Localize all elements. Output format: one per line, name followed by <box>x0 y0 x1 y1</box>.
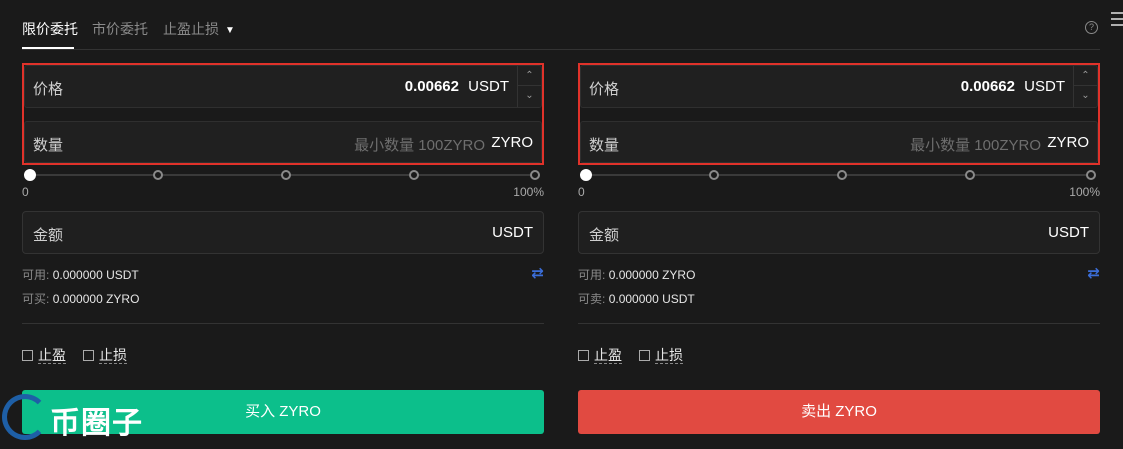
checkbox-box[interactable] <box>639 350 650 361</box>
quantity-label: 数量 <box>589 137 620 154</box>
checkbox-box[interactable] <box>578 350 589 361</box>
sell-button[interactable]: 卖出 ZYRO <box>578 390 1100 434</box>
max-buy: 可买: 0.000000 ZYRO <box>22 290 139 307</box>
price-label: 价格 <box>33 81 64 98</box>
sell-quantity-input[interactable]: 数量 最小数量 100ZYRO ZYRO <box>580 121 1098 163</box>
watermark-logo: 币圈子 <box>2 392 147 442</box>
stop-loss-checkbox[interactable]: 止损 <box>83 345 127 365</box>
side-panel-icon[interactable] <box>1111 12 1123 30</box>
take-profit-checkbox[interactable]: 止盈 <box>578 345 622 365</box>
quantity-unit: ZYRO <box>491 134 533 151</box>
quantity-label: 数量 <box>33 137 64 154</box>
divider <box>22 323 544 324</box>
slider-handle[interactable] <box>580 169 592 181</box>
sell-percent-slider[interactable] <box>580 169 1096 181</box>
max-sell-value: 0.000000 USDT <box>608 292 695 306</box>
amount-unit: USDT <box>1048 224 1089 241</box>
slider-step-75[interactable] <box>409 170 419 180</box>
slider-handle[interactable] <box>24 169 36 181</box>
max-sell-label: 可卖: <box>578 292 606 306</box>
price-label: 价格 <box>589 81 620 98</box>
slider-max-label: 100% <box>1069 185 1100 199</box>
max-buy-label: 可买: <box>22 292 50 306</box>
take-profit-label: 止盈 <box>38 347 66 364</box>
sell-panel: 价格 0.00662 USDT ⌃ ⌄ 数量 最小数量 100ZYRO ZYRO… <box>578 0 1100 449</box>
swap-icon[interactable]: ⇄ <box>1087 264 1100 282</box>
logo-ring-icon <box>2 394 48 440</box>
available-balance: 可用: 0.000000 USDT <box>22 266 139 283</box>
sell-price-input[interactable]: 价格 0.00662 USDT ⌃ ⌄ <box>580 65 1098 108</box>
take-profit-checkbox[interactable]: 止盈 <box>22 345 66 365</box>
slider-step-100[interactable] <box>530 170 540 180</box>
price-value[interactable]: 0.00662 <box>961 78 1015 95</box>
quantity-placeholder: 最小数量 100ZYRO <box>910 137 1041 154</box>
price-unit: USDT <box>468 78 509 95</box>
quantity-unit: ZYRO <box>1047 134 1089 151</box>
chevron-up-icon[interactable]: ⌃ <box>1074 66 1097 86</box>
chevron-down-icon[interactable]: ⌄ <box>518 86 541 106</box>
stop-loss-label: 止损 <box>655 347 683 364</box>
max-buy-value: 0.000000 ZYRO <box>52 292 140 306</box>
take-profit-label: 止盈 <box>594 347 622 364</box>
amount-unit: USDT <box>492 224 533 241</box>
quantity-placeholder: 最小数量 100ZYRO <box>354 137 485 154</box>
divider <box>578 323 1100 324</box>
available-label: 可用: <box>22 268 50 282</box>
buy-price-input[interactable]: 价格 0.00662 USDT ⌃ ⌄ <box>24 65 542 108</box>
buy-amount-input[interactable]: 金额 USDT <box>22 211 544 254</box>
buy-panel: 价格 0.00662 USDT ⌃ ⌄ 数量 最小数量 100ZYRO ZYRO… <box>22 0 544 449</box>
watermark-text: 币圈子 <box>50 407 143 440</box>
swap-icon[interactable]: ⇄ <box>531 264 544 282</box>
sell-amount-input[interactable]: 金额 USDT <box>578 211 1100 254</box>
buy-quantity-input[interactable]: 数量 最小数量 100ZYRO ZYRO <box>24 121 542 163</box>
amount-label: 金额 <box>589 227 620 244</box>
checkbox-box[interactable] <box>22 350 33 361</box>
slider-step-25[interactable] <box>709 170 719 180</box>
slider-min-label: 0 <box>22 185 29 199</box>
chevron-down-icon[interactable]: ⌄ <box>1074 86 1097 106</box>
buy-percent-slider[interactable] <box>24 169 540 181</box>
checkbox-box[interactable] <box>83 350 94 361</box>
slider-step-75[interactable] <box>965 170 975 180</box>
available-value: 0.000000 ZYRO <box>608 268 696 282</box>
price-stepper[interactable]: ⌃ ⌄ <box>517 66 541 107</box>
available-value: 0.000000 USDT <box>52 268 139 282</box>
stop-loss-checkbox[interactable]: 止损 <box>639 345 683 365</box>
price-unit: USDT <box>1024 78 1065 95</box>
slider-step-25[interactable] <box>153 170 163 180</box>
chevron-up-icon[interactable]: ⌃ <box>518 66 541 86</box>
slider-min-label: 0 <box>578 185 585 199</box>
price-stepper[interactable]: ⌃ ⌄ <box>1073 66 1097 107</box>
stop-loss-label: 止损 <box>99 347 127 364</box>
available-balance: 可用: 0.000000 ZYRO <box>578 266 695 283</box>
amount-label: 金额 <box>33 227 64 244</box>
slider-step-100[interactable] <box>1086 170 1096 180</box>
slider-step-50[interactable] <box>281 170 291 180</box>
slider-max-label: 100% <box>513 185 544 199</box>
price-value[interactable]: 0.00662 <box>405 78 459 95</box>
slider-step-50[interactable] <box>837 170 847 180</box>
available-label: 可用: <box>578 268 606 282</box>
max-sell: 可卖: 0.000000 USDT <box>578 290 695 307</box>
